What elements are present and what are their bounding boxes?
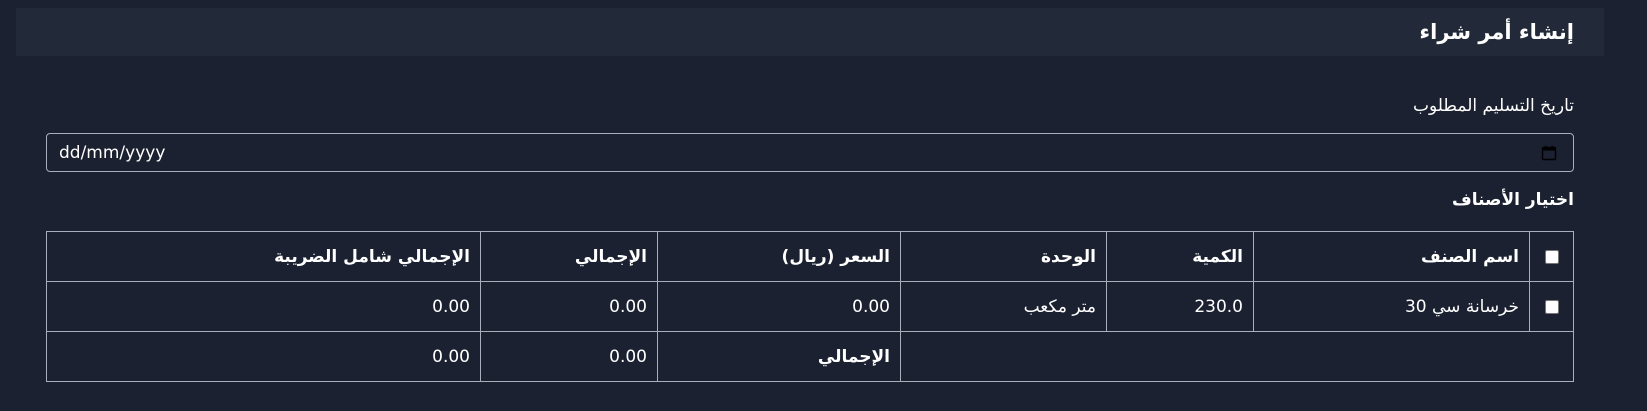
row-select-cell bbox=[1529, 281, 1574, 332]
header-unit: الوحدة bbox=[900, 231, 1107, 282]
footer-total-label: الإجمالي bbox=[657, 331, 901, 382]
table-header-row: اسم الصنف الكمية الوحدة السعر (ريال) الإ… bbox=[46, 231, 1574, 282]
page-title: إنشاء أمر شراء bbox=[1419, 20, 1574, 44]
calendar-icon[interactable] bbox=[1541, 145, 1557, 161]
footer-spacer-cell bbox=[900, 331, 1574, 382]
delivery-date-label: تاريخ التسليم المطلوب bbox=[1413, 96, 1574, 116]
price-cell: 0.00 bbox=[657, 281, 901, 332]
total-cell: 0.00 bbox=[480, 281, 658, 332]
item-name-cell: خرسانة سي 30 bbox=[1253, 281, 1530, 332]
quantity-cell: 230.0 bbox=[1106, 281, 1254, 332]
header-total: الإجمالي bbox=[480, 231, 658, 282]
card-header: إنشاء أمر شراء bbox=[16, 8, 1604, 56]
purchase-order-card: إنشاء أمر شراء تاريخ التسليم المطلوب dd/… bbox=[16, 8, 1604, 411]
delivery-date-input[interactable]: dd/mm/yyyy bbox=[46, 133, 1574, 172]
footer-total-cell: 0.00 bbox=[480, 331, 658, 382]
select-all-checkbox[interactable] bbox=[1544, 249, 1559, 264]
table-row: خرسانة سي 30 230.0 متر مكعب 0.00 0.00 0.… bbox=[46, 281, 1574, 332]
select-all-cell bbox=[1529, 231, 1574, 282]
header-total-with-tax: الإجمالي شامل الضريبة bbox=[46, 231, 481, 282]
table-footer-row: الإجمالي 0.00 0.00 bbox=[46, 331, 1574, 382]
items-table: اسم الصنف الكمية الوحدة السعر (ريال) الإ… bbox=[46, 231, 1574, 382]
total-with-tax-cell: 0.00 bbox=[46, 281, 481, 332]
header-item-name: اسم الصنف bbox=[1253, 231, 1530, 282]
unit-cell: متر مكعب bbox=[900, 281, 1107, 332]
header-quantity: الكمية bbox=[1106, 231, 1254, 282]
date-placeholder: dd/mm/yyyy bbox=[59, 142, 166, 163]
items-section-label: اختيار الأصناف bbox=[1451, 190, 1574, 210]
footer-total-with-tax-cell: 0.00 bbox=[46, 331, 481, 382]
header-price: السعر (ريال) bbox=[657, 231, 901, 282]
row-checkbox[interactable] bbox=[1544, 299, 1559, 314]
